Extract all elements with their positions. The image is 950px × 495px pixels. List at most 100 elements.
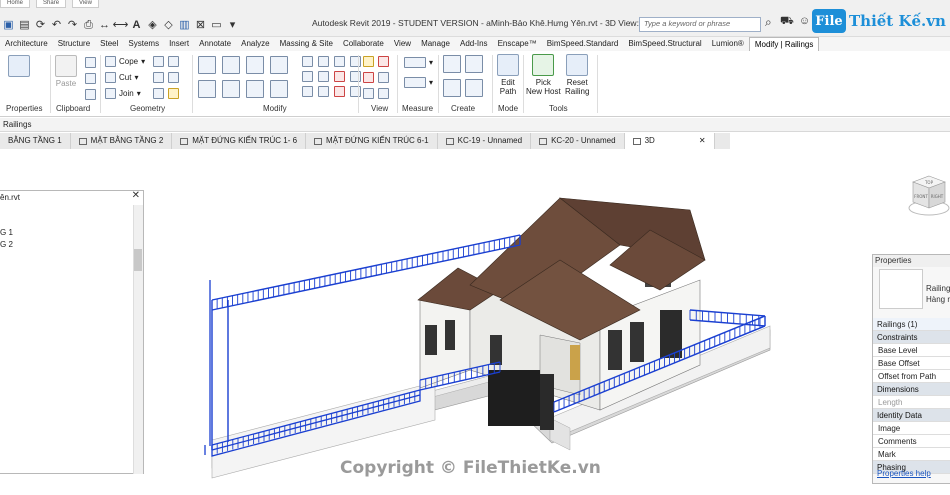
cope-button[interactable]: Cope ▾ [105,56,145,67]
cut-geometry-button[interactable]: Cut ▾ [105,72,138,83]
remove-paint-icon[interactable] [153,88,164,99]
property-row-comments[interactable]: Comments [873,435,950,448]
trim-icon[interactable] [270,80,288,98]
filter-icon[interactable] [363,88,374,99]
pencil-icon[interactable] [363,72,374,83]
browser-item-floor-1[interactable]: G 1 [0,228,13,237]
switch-windows-icon[interactable]: ▭ [210,19,223,32]
ribbon-tab-bimspeed-standard[interactable]: BimSpeed.Standard [542,37,624,51]
paint-icon[interactable] [153,72,164,83]
view-cube[interactable]: TOP FRONT RIGHT [905,170,950,218]
ribbon-tab-modify-railings[interactable]: Modify | Railings [748,37,820,51]
extend-icon[interactable] [318,86,329,97]
top-tab-view[interactable]: View [72,0,99,8]
cube-face-top[interactable]: TOP [924,180,934,185]
property-group-identity-data[interactable]: Identity Data [873,409,950,422]
create-part-icon[interactable] [443,55,461,73]
view-tab[interactable]: MẶT ĐỨNG KIẾN TRÚC 6-1 [306,133,438,149]
ribbon-tab-bimspeed-structural[interactable]: BimSpeed.Structural [623,37,706,51]
unjoin-icon[interactable] [350,86,361,97]
copy-modify-icon[interactable] [222,80,240,98]
property-row-mark[interactable]: Mark [873,448,950,461]
ribbon-tab-manage[interactable]: Manage [416,37,455,51]
trim-single-icon[interactable] [302,86,313,97]
create-group-icon[interactable] [443,79,461,97]
section-icon[interactable]: ◇ [162,19,175,32]
cut-clipboard-button[interactable] [85,57,96,68]
close-icon[interactable]: ✕ [699,133,706,149]
split-gap-icon[interactable] [318,56,329,67]
view-tab[interactable]: MẶT BẰNG TẦNG 2 [71,133,173,149]
array-icon[interactable] [334,56,345,67]
view-tab[interactable]: KC-20 - Unnamed [531,133,625,149]
scale-icon[interactable] [350,56,361,67]
browser-scrollbar[interactable] [133,205,143,474]
close-hidden-icon[interactable]: ⊠ [194,19,207,32]
reset-railing-button[interactable]: Reset Railing [565,54,589,96]
create-similar-icon[interactable] [465,79,483,97]
properties-button[interactable] [8,55,30,79]
join-button[interactable]: Join ▾ [105,88,141,99]
wall-joins-icon[interactable] [153,56,164,67]
split-face-icon[interactable] [168,56,179,67]
top-tab-home[interactable]: Home [0,0,31,8]
ribbon-tab-collaborate[interactable]: Collaborate [338,37,389,51]
aligned-dimension-button[interactable]: ▾ [404,77,433,88]
properties-help-link[interactable]: Properties help [877,469,931,478]
ribbon-tab-insert[interactable]: Insert [164,37,194,51]
hammer-icon[interactable] [168,88,179,99]
offset-icon[interactable] [222,56,240,74]
copy-clipboard-button[interactable] [85,73,96,84]
property-row-offset-from-path[interactable]: Offset from Path [873,370,950,383]
override-icon[interactable] [378,72,389,83]
create-assembly-icon[interactable] [465,55,483,73]
customize-qat-icon[interactable]: ▾ [226,19,239,32]
text-icon[interactable]: A [130,19,143,32]
view-tab[interactable]: KC-19 - Unnamed [438,133,532,149]
ribbon-tab-systems[interactable]: Systems [123,37,164,51]
ribbon-tab-add-ins[interactable]: Add-Ins [455,37,493,51]
thin-lines-icon[interactable]: ▥ [178,19,191,32]
demolish-icon[interactable] [168,72,179,83]
pick-new-host-button[interactable]: Pick New Host [526,54,561,96]
split-icon[interactable] [302,56,313,67]
sync-icon[interactable]: ⟳ [34,19,47,32]
move-icon[interactable] [198,80,216,98]
paste-button[interactable]: Paste [55,55,77,88]
ribbon-tab-steel[interactable]: Steel [95,37,123,51]
close-icon[interactable]: ✕ [132,190,140,201]
ribbon-tab-architecture[interactable]: Architecture [0,37,53,51]
color-icon[interactable] [378,56,389,67]
top-tab-share[interactable]: Share [36,0,67,8]
lightbulb-icon[interactable] [363,56,374,67]
ribbon-tab-lumion[interactable]: Lumion® [707,37,749,51]
view-tab[interactable]: BẰNG TẦNG 1 [0,133,71,149]
trim-multi-icon[interactable] [350,71,361,82]
cart-icon[interactable]: ⛟ [780,15,794,29]
undo-icon[interactable]: ↶ [50,19,63,32]
mirror-axis-icon[interactable] [246,56,264,74]
ribbon-tab-massing-site[interactable]: Massing & Site [275,37,338,51]
edit-path-button[interactable]: Edit Path [497,54,519,96]
property-group-dimensions[interactable]: Dimensions [873,383,950,396]
user-icon[interactable]: ☺ [799,15,810,29]
ribbon-tab-analyze[interactable]: Analyze [236,37,274,51]
search-icon[interactable]: ⌕ [765,15,772,30]
project-browser-root[interactable]: ên.rvt [0,193,20,202]
property-row-base-offset[interactable]: Base Offset [873,357,950,370]
ribbon-tab-view[interactable]: View [389,37,416,51]
save-icon[interactable]: ▤ [18,19,31,32]
instance-selector[interactable]: Railings (1) [873,318,950,331]
remove-icon[interactable] [334,86,345,97]
property-row-image[interactable]: Image [873,422,950,435]
measure-icon[interactable]: ↔ [98,19,111,32]
unpin-icon[interactable] [318,71,329,82]
view-tab[interactable]: 3D ✕ [624,133,715,149]
redo-icon[interactable]: ↷ [66,19,79,32]
cube-face-right[interactable]: RIGHT [931,194,944,199]
mirror-draw-icon[interactable] [270,56,288,74]
property-group-constraints[interactable]: Constraints [873,331,950,344]
rotate-icon[interactable] [246,80,264,98]
3d-view-icon[interactable]: ◈ [146,19,159,32]
property-row-length[interactable]: Length [873,396,950,409]
